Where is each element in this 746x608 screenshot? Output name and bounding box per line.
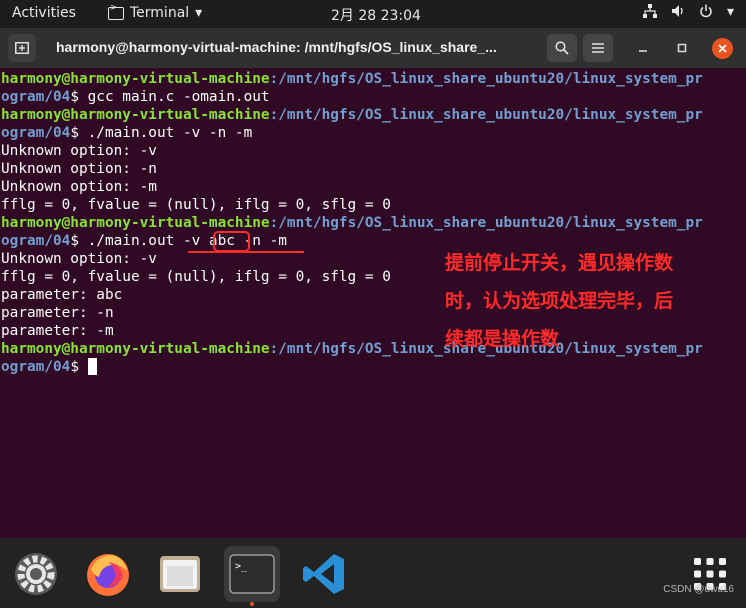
annotation-line: 续都是操作数 [445,328,560,350]
dock: >_ [0,538,746,608]
prompt-path: :/mnt/hgfs/OS_linux_share_ubuntu20/linux… [269,107,703,123]
window-title: harmony@harmony-virtual-machine: /mnt/hg… [56,39,497,55]
text-cursor [87,358,97,375]
files-icon [160,556,200,592]
hamburger-menu-button[interactable] [583,34,613,62]
minimize-button[interactable] [634,39,652,57]
prompt-path: ogram/04 [1,89,71,105]
dock-files[interactable] [152,546,208,602]
dock-terminal[interactable]: >_ [224,546,280,602]
caret-down-icon: ▾ [195,5,203,21]
terminal-icon: >_ [229,554,275,594]
annotation-line: 时，认为选项处理完毕，后 [445,290,674,312]
activities-button[interactable]: Activities [12,5,76,21]
output-line: parameter: -n [1,305,114,321]
command-text: ./main.out -v abc -n -m [87,233,287,249]
app-menu-label: Terminal [130,5,190,21]
output-line: fflg = 0, fvalue = (null), iflg = 0, sfl… [1,197,391,213]
close-icon [718,44,727,53]
prompt-path: :/mnt/hgfs/OS_linux_share_ubuntu20/linux… [269,71,703,87]
hamburger-icon [592,43,604,53]
output-line: parameter: abc [1,287,123,303]
prompt-symbol: $ [70,359,88,375]
output-line: Unknown option: -v [1,143,157,159]
vscode-icon [303,554,344,594]
running-indicator [250,602,254,606]
volume-icon[interactable] [671,4,685,22]
terminal-app-icon [108,3,124,20]
command-text: ./main.out -v -n -m [87,125,253,141]
prompt-path: ogram/04 [1,359,71,375]
new-tab-icon [15,42,29,54]
firefox-icon [87,554,129,596]
prompt-path: :/mnt/hgfs/OS_linux_share_ubuntu20/linux… [269,215,703,231]
prompt-line: harmony@harmony-virtual-machine:/mnt/hgf… [1,214,703,232]
dock-settings[interactable] [8,546,64,602]
prompt-user: harmony@harmony-virtual-machine [1,341,270,357]
highlight-box [213,231,250,252]
prompt-path: ogram/04 [1,125,71,141]
output-line: fflg = 0, fvalue = (null), iflg = 0, sfl… [1,269,391,285]
watermark: CSDN @uwu16 [663,584,734,595]
search-button[interactable] [547,34,577,62]
dock-vscode[interactable] [296,546,352,602]
prompt-path: ogram/04 [1,233,71,249]
prompt-symbol: $ [70,233,88,249]
prompt-symbol: $ [70,89,88,105]
close-button[interactable] [712,38,733,59]
prompt-line: harmony@harmony-virtual-machine:/mnt/hgf… [1,70,703,88]
new-tab-button[interactable] [8,34,36,62]
command-text: gcc main.c -omain.out [87,89,270,105]
prompt-user: harmony@harmony-virtual-machine [1,71,270,87]
system-tray[interactable]: ▾ [642,4,734,22]
clock[interactable]: 2月 28 23:04 [331,5,421,25]
maximize-icon [677,43,687,53]
window-titlebar[interactable]: harmony@harmony-virtual-machine: /mnt/hg… [0,28,746,68]
annotation-text: 提前停止开关，遇见操作数 时，认为选项处理完毕，后 续都是操作数 [445,244,725,358]
chevron-down-icon[interactable]: ▾ [727,4,734,22]
network-icon[interactable] [642,4,657,22]
settings-icon [15,553,57,595]
maximize-button[interactable] [673,39,691,57]
prompt-user: harmony@harmony-virtual-machine [1,215,270,231]
prompt-line: harmony@harmony-virtual-machine:/mnt/hgf… [1,106,703,124]
output-line: Unknown option: -m [1,179,157,195]
minimize-icon [639,50,647,52]
prompt-symbol: $ [70,125,88,141]
output-line: Unknown option: -v [1,251,157,267]
svg-text:>_: >_ [235,561,248,572]
power-icon[interactable] [699,4,713,22]
dock-firefox[interactable] [80,546,136,602]
command-line: ogram/04$ gcc main.c -omain.out [1,88,270,106]
command-line: ogram/04$ ./main.out -v -n -m [1,124,252,142]
annotation-line: 提前停止开关，遇见操作数 [445,252,674,274]
search-icon [555,41,569,55]
prompt-user: harmony@harmony-virtual-machine [1,107,270,123]
output-line: Unknown option: -n [1,161,157,177]
output-line: parameter: -m [1,323,114,339]
command-line: ogram/04$ [1,358,97,376]
app-menu[interactable]: Terminal ▾ [108,3,203,21]
top-bar: Activities Terminal ▾ 2月 28 23:04 ▾ [0,0,746,28]
